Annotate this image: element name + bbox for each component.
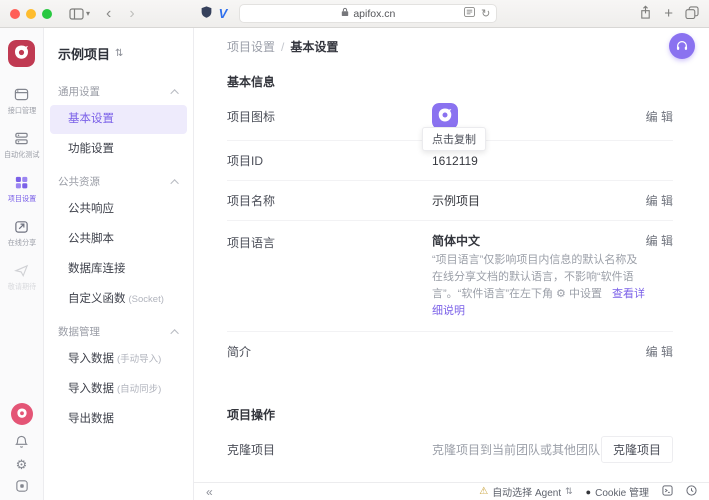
collapse-sidebar-icon[interactable]: « (206, 485, 213, 499)
terminal-icon[interactable] (662, 484, 673, 499)
bell-icon[interactable] (15, 435, 28, 449)
rail-item-project-settings[interactable]: 项目设置 (7, 175, 37, 204)
project-intro-value (432, 345, 646, 359)
nav-item-export-data[interactable]: 导出数据 (50, 405, 187, 434)
shield-extension-icon[interactable] (200, 5, 213, 22)
chevron-up-icon (170, 88, 179, 98)
window-controls (10, 8, 52, 19)
edit-project-name-button[interactable]: 编 辑 (646, 192, 673, 209)
project-switcher[interactable]: 示例项目 ⇅ (44, 38, 193, 75)
project-icon[interactable] (432, 103, 458, 129)
back-button[interactable]: ‹ (101, 5, 116, 23)
v-extension-icon[interactable]: V (219, 6, 228, 21)
apifox-logo[interactable] (8, 40, 35, 67)
clone-project-description: 克隆项目到当前团队或其他团队 (432, 443, 601, 458)
app-download-icon[interactable] (15, 480, 28, 492)
user-avatar[interactable] (10, 402, 34, 426)
sidebar-toggle-icon[interactable]: ▾ (66, 7, 93, 20)
chevron-up-icon (170, 178, 179, 188)
nav-item-custom-functions[interactable]: 自定义函数 (Socket) (50, 285, 187, 314)
cookie-icon: ● (585, 486, 592, 497)
chevron-up-icon (170, 328, 179, 338)
rail-item-api-management[interactable]: 接口管理 (7, 87, 37, 116)
automation-test-icon (15, 132, 28, 145)
icon-rail: 接口管理 自动化测试 项目设置 在线分享 敬请期待 ⚙ (0, 28, 44, 500)
agent-selector[interactable]: ⚠ 自动选择 Agent ⇅ (479, 484, 572, 499)
edit-project-language-button[interactable]: 编 辑 (646, 232, 673, 249)
copy-tooltip: 点击复制 (422, 126, 486, 151)
main-panel: 项目设置 / 基本设置 基本信息 项目图标 编 辑 项目ID 点击复制 1612… (194, 28, 709, 500)
close-window-button[interactable] (10, 8, 20, 19)
row-project-language: 项目语言 简体中文 “项目语言”仅影响项目内信息的默认名称及在线分享文档的默认语… (227, 220, 673, 331)
rail-item-automation-test[interactable]: 自动化测试 (3, 131, 41, 160)
warning-icon: ⚠ (479, 486, 489, 497)
edit-project-icon-button[interactable]: 编 辑 (646, 108, 673, 125)
forward-button[interactable]: › (124, 5, 139, 23)
nav-item-shared-scripts[interactable]: 公共脚本 (50, 225, 187, 254)
sort-arrows-icon: ⇅ (115, 48, 124, 59)
breadcrumb-parent[interactable]: 项目设置 (227, 38, 275, 55)
project-id-value[interactable]: 1612119 (432, 154, 478, 168)
clock-icon[interactable] (686, 484, 697, 499)
nav-item-import-auto[interactable]: 导入数据 (自动同步) (50, 375, 187, 404)
nav-item-basic-settings[interactable]: 基本设置 (50, 105, 187, 134)
project-name-value: 示例项目 (432, 194, 481, 208)
project-settings-icon (15, 176, 28, 189)
settings-content: 基本信息 项目图标 编 辑 项目ID 点击复制 1612119 项目名称 示例项… (194, 61, 709, 482)
address-bar[interactable]: apifox.cn ↻ (239, 4, 498, 23)
row-project-id: 项目ID 点击复制 1612119 (227, 126, 673, 180)
minimize-window-button[interactable] (26, 8, 36, 19)
share-icon[interactable] (639, 4, 652, 23)
new-tab-button[interactable]: + (664, 5, 673, 22)
row-project-intro: 简介 编 辑 (227, 331, 673, 382)
headset-icon (676, 41, 688, 50)
nav-item-database-connection[interactable]: 数据库连接 (50, 255, 187, 284)
api-management-icon (14, 88, 29, 101)
cookie-manager-button[interactable]: ● Cookie 管理 (585, 484, 649, 500)
clone-project-button[interactable]: 克隆项目 (600, 436, 673, 464)
language-description: “项目语言”仅影响项目内信息的默认名称及在线分享文档的默认语言，不影响“软件语言… (432, 254, 638, 301)
edit-project-intro-button[interactable]: 编 辑 (646, 343, 673, 360)
sort-arrows-icon: ⇅ (565, 486, 573, 496)
breadcrumb: 项目设置 / 基本设置 (227, 38, 339, 55)
reader-icon[interactable] (464, 7, 476, 20)
nav-item-import-manual[interactable]: 导入数据 (手动导入) (50, 345, 187, 374)
status-bar: « ⚠ 自动选择 Agent ⇅ ● Cookie 管理 (194, 482, 709, 500)
section-title-basic-info: 基本信息 (227, 75, 276, 89)
reload-icon[interactable]: ↻ (481, 7, 490, 20)
nav-item-feature-settings[interactable]: 功能设置 (50, 135, 187, 164)
row-project-name: 项目名称 示例项目 编 辑 (227, 180, 673, 220)
url-text: apifox.cn (353, 7, 396, 20)
section-title-project-ops: 项目操作 (227, 408, 276, 423)
nav-item-shared-responses[interactable]: 公共响应 (50, 195, 187, 224)
online-share-icon (15, 221, 28, 233)
browser-chrome: ▾ ‹ › V apifox.cn ↻ + (0, 0, 709, 28)
nav-section-shared-resources[interactable]: 公共资源 (44, 165, 193, 194)
lock-icon (341, 7, 349, 20)
project-language-value: 简体中文 (432, 234, 481, 248)
rail-item-online-share[interactable]: 在线分享 (7, 219, 37, 248)
rail-item-coming-soon: 敬请期待 (7, 263, 37, 292)
breadcrumb-current: 基本设置 (290, 40, 339, 54)
nav-section-general[interactable]: 通用设置 (44, 75, 193, 104)
row-clone-project: 克隆项目 克隆项目到当前团队或其他团队 克隆项目 (227, 425, 673, 474)
nav-section-data-management[interactable]: 数据管理 (44, 315, 193, 344)
project-title: 示例项目 (58, 47, 111, 62)
chevron-down-icon: ▾ (86, 8, 91, 18)
settings-nav-panel: 示例项目 ⇅ 通用设置 基本设置 功能设置 公共资源 公共响应 公共脚本 数据库… (44, 28, 194, 500)
zoom-window-button[interactable] (42, 8, 52, 19)
tab-overview-icon[interactable] (685, 5, 699, 22)
paper-plane-icon (14, 264, 29, 277)
settings-gear-icon[interactable]: ⚙ (16, 458, 28, 471)
help-floating-button[interactable] (669, 33, 695, 59)
